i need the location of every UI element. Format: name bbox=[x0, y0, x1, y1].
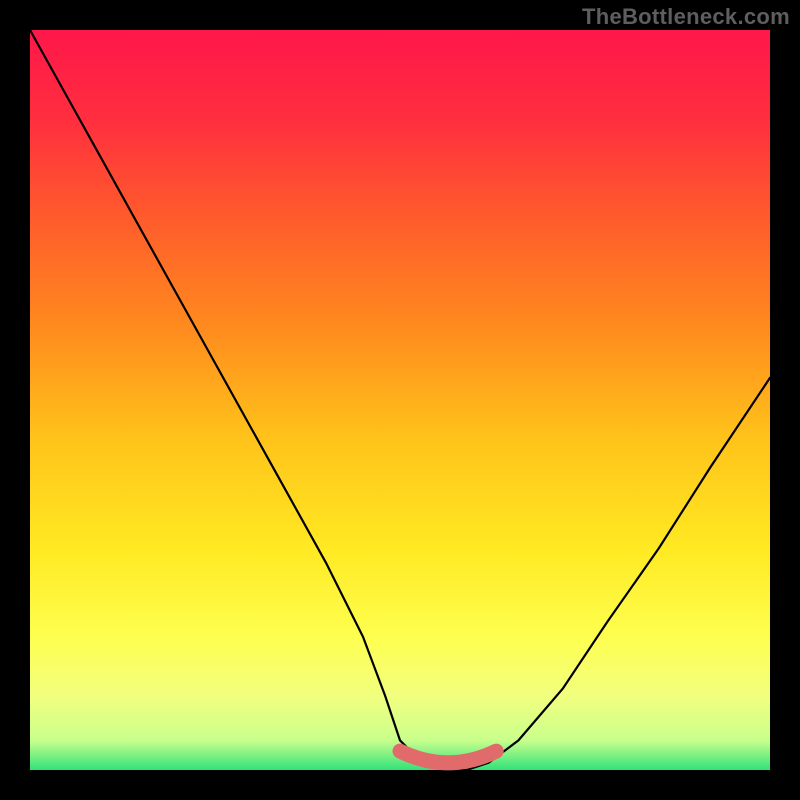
plot-area bbox=[30, 30, 770, 770]
chart-stage: TheBottleneck.com bbox=[0, 0, 800, 800]
chart-svg bbox=[0, 0, 800, 800]
